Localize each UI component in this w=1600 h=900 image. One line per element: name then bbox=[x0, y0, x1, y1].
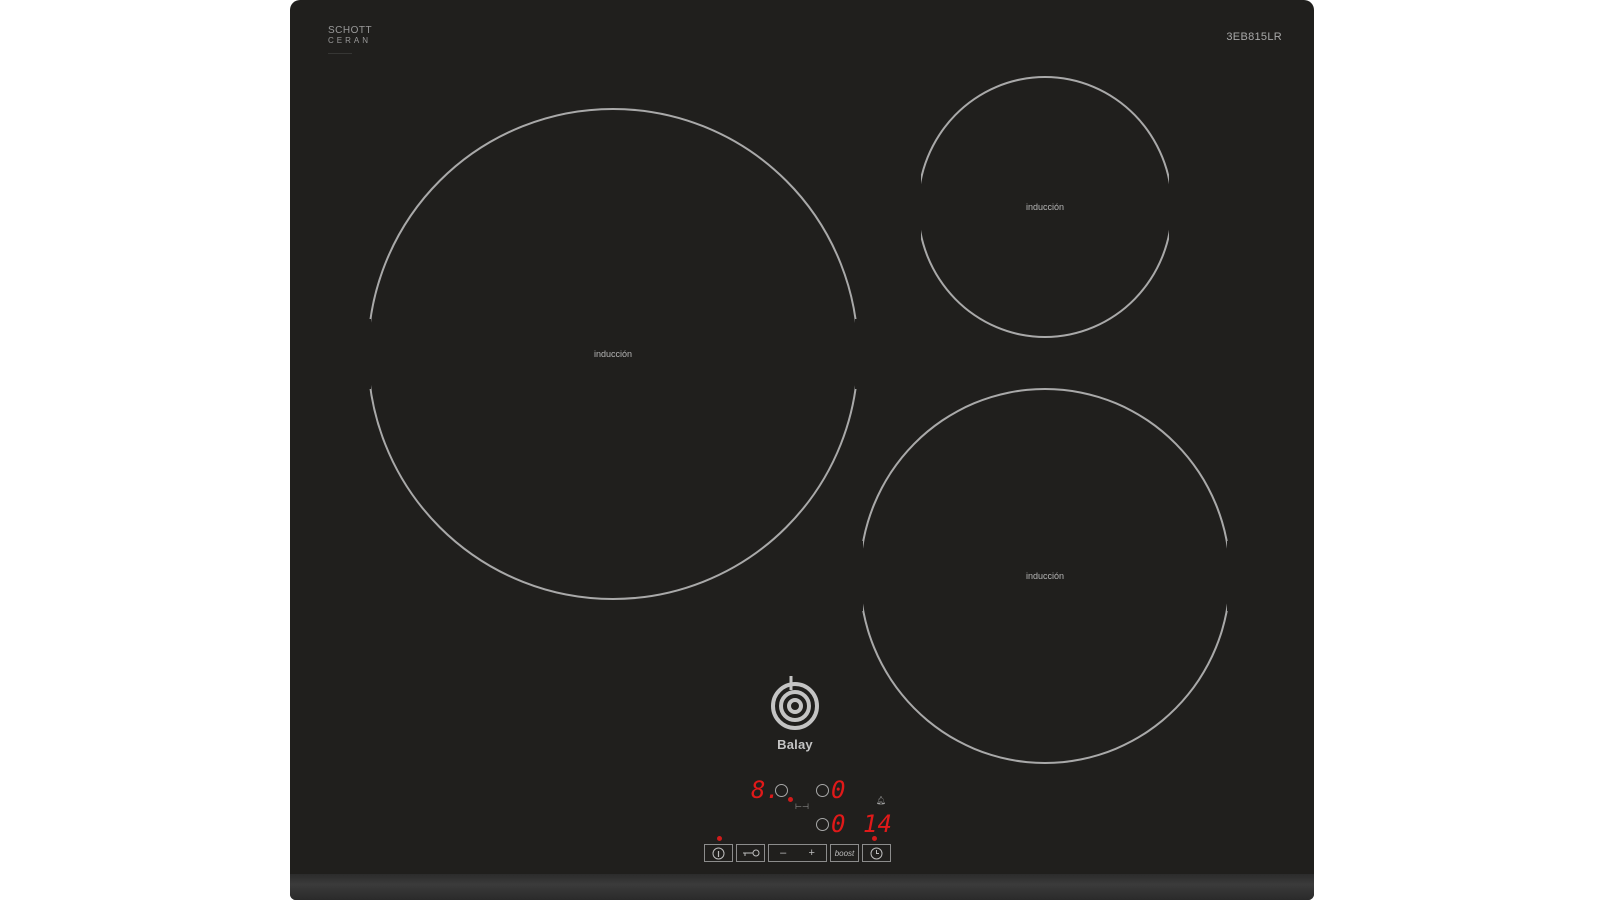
balay-logo: Balay bbox=[765, 676, 825, 752]
lock-button[interactable] bbox=[736, 844, 765, 862]
bottom-zone-level: 0 bbox=[831, 810, 846, 838]
timer-indicator-dot bbox=[872, 836, 877, 841]
right-zone-level: 0 bbox=[831, 776, 846, 804]
zone-label: inducción bbox=[593, 349, 633, 359]
active-dot bbox=[788, 797, 793, 802]
bottom-zone-indicator[interactable] bbox=[816, 818, 829, 831]
zone-label: inducción bbox=[1025, 202, 1065, 212]
minus-button[interactable]: – bbox=[780, 847, 786, 859]
induction-cooktop: SCHOTT CERAN —————— 3EB815LR inducción i… bbox=[290, 0, 1314, 900]
boost-button[interactable]: boost bbox=[830, 844, 859, 862]
power-level-slider[interactable]: – + bbox=[768, 844, 827, 862]
plus-button[interactable]: + bbox=[808, 847, 814, 859]
zone-label: inducción bbox=[1025, 571, 1065, 581]
balay-spiral-icon bbox=[771, 676, 819, 730]
brand-name: Balay bbox=[777, 737, 813, 752]
right-zone-indicator[interactable] bbox=[816, 784, 829, 797]
schott-ceran-logo: SCHOTT CERAN —————— bbox=[328, 25, 373, 56]
boost-label: boost bbox=[834, 848, 855, 858]
cooktop-edge bbox=[290, 874, 1314, 900]
control-panel: – + boost bbox=[704, 844, 894, 862]
info-button[interactable] bbox=[704, 844, 733, 862]
info-icon bbox=[712, 847, 725, 859]
bell-icon: 🔔︎ bbox=[876, 796, 887, 805]
clock-icon bbox=[870, 847, 883, 859]
timer-button[interactable] bbox=[862, 844, 891, 862]
info-indicator-dot bbox=[717, 836, 722, 841]
cooking-zone-small[interactable]: inducción bbox=[915, 76, 1175, 338]
left-zone-indicator[interactable] bbox=[775, 784, 788, 797]
bridge-icon: ⊢⊣ bbox=[795, 802, 809, 811]
timer-display: 14 bbox=[863, 810, 892, 838]
cooking-zone-medium[interactable]: inducción bbox=[857, 388, 1233, 764]
key-lock-icon bbox=[742, 849, 759, 857]
cooking-zone-large[interactable]: inducción bbox=[365, 108, 861, 600]
model-number: 3EB815LR bbox=[1226, 31, 1282, 43]
